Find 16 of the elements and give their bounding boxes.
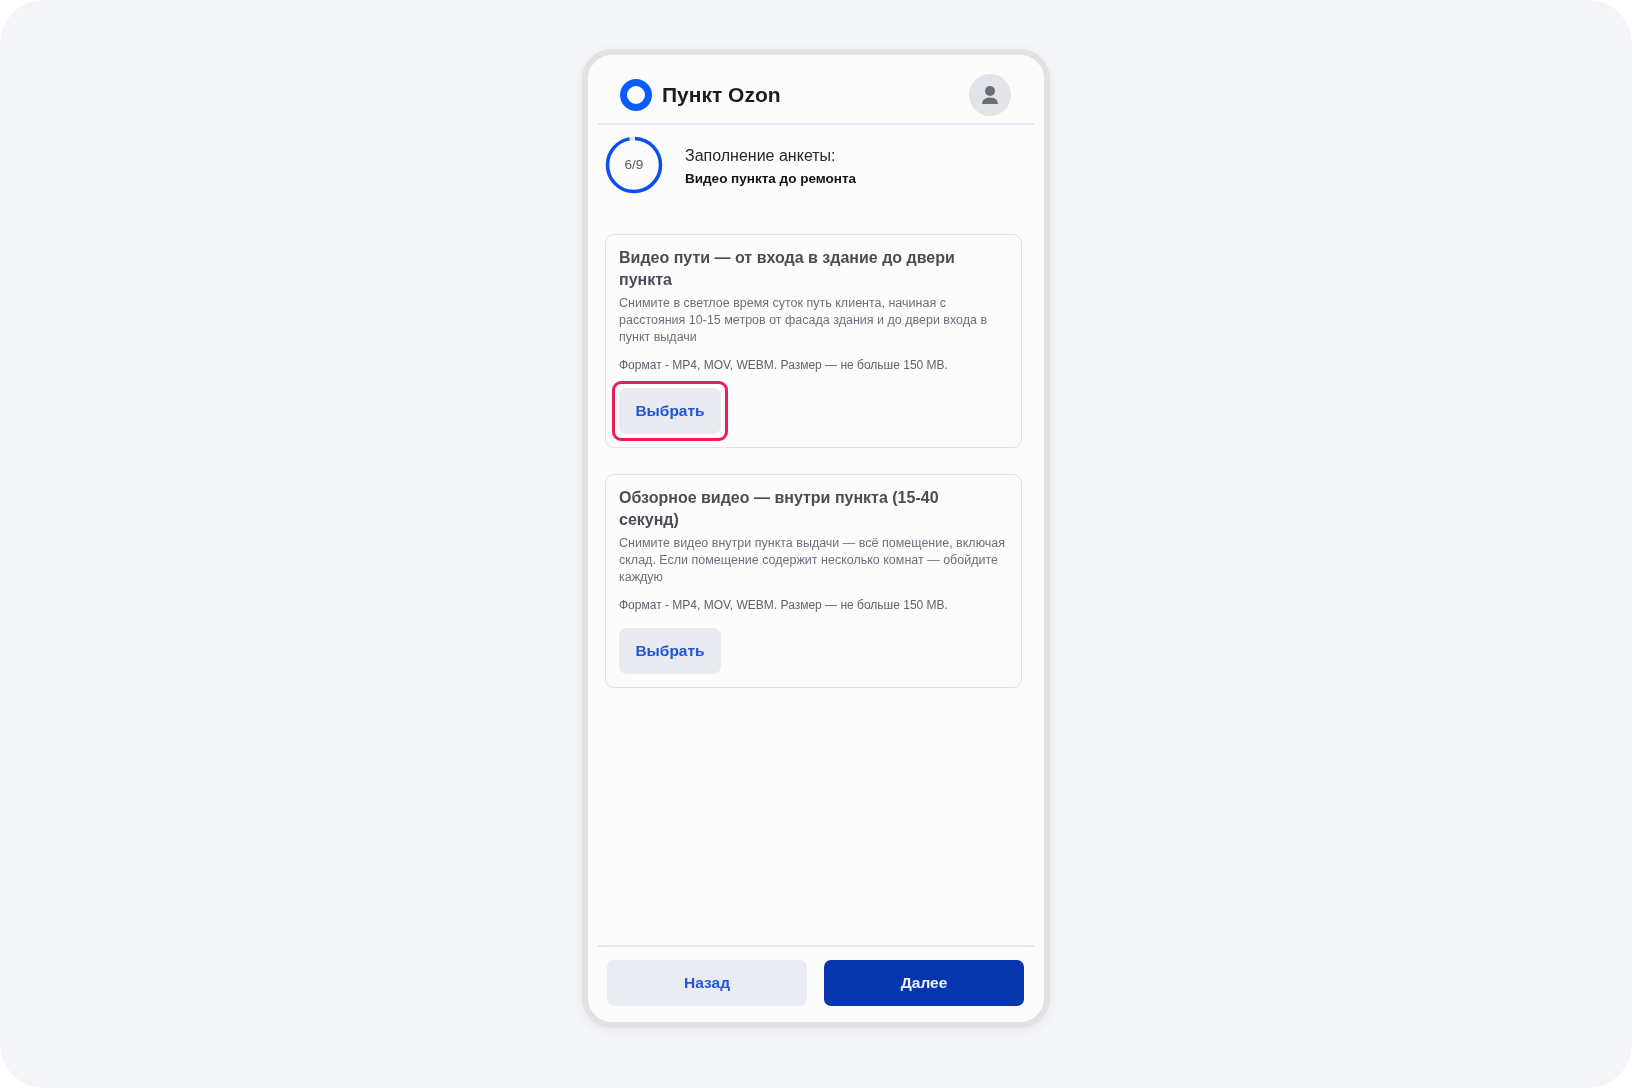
back-button[interactable]: Назад xyxy=(607,960,807,1006)
user-avatar-icon[interactable] xyxy=(969,74,1011,116)
select-file-button[interactable]: Выбрать xyxy=(619,388,721,434)
progress-label: Заполнение анкеты: xyxy=(685,146,837,166)
current-step: Видео пункта до ремонта xyxy=(685,170,857,188)
card-description: Снимите видео внутри пункта выдачи — всё помещение, включая склад. Если помещение содержит несколько комнат — обойдите каждую xyxy=(619,535,1006,586)
ring-logo-icon xyxy=(620,79,652,111)
format-note: Формат - MP4, MOV, WEBM. Размер — не больше 150 MB. xyxy=(619,357,948,374)
next-button[interactable]: Далее xyxy=(824,960,1024,1006)
select-file-button[interactable]: Выбрать xyxy=(619,628,721,674)
card-title: Обзорное видео — внутри пункта (15-40 секунд) xyxy=(619,488,940,530)
format-note: Формат - MP4, MOV, WEBM. Размер — не больше 150 MB. xyxy=(619,597,948,614)
progress-counter: 6/9 xyxy=(623,155,645,174)
card-title: Видео пути — от входа в здание до двери пункта xyxy=(619,248,956,290)
app-title: Пункт Ozon xyxy=(662,82,781,109)
card-description: Снимите в светлое время суток путь клиента, начиная с расстояния 10-15 метров от фасада здания и до двери входа в пункт выдачи xyxy=(619,295,989,346)
